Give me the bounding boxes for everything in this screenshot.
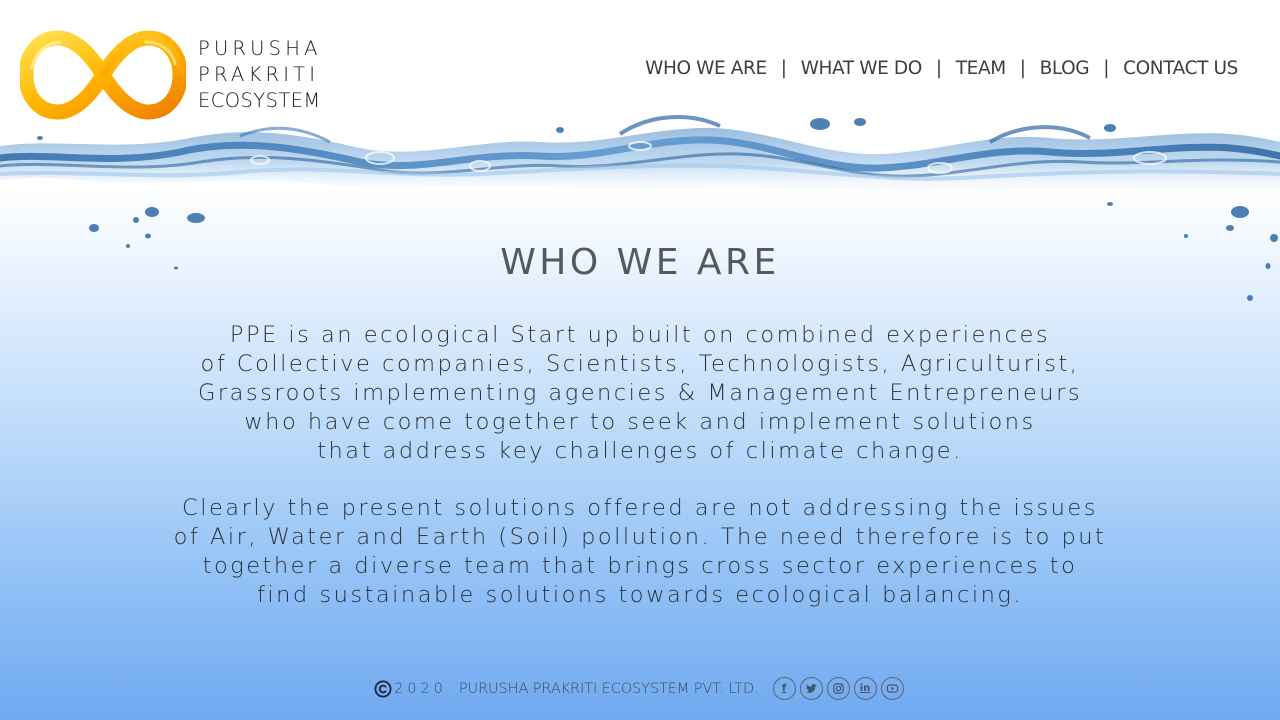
- intro-paragraph: PPE is an ecological Start up built on c…: [0, 321, 1280, 466]
- copyright-company: PURUSHA PRAKRITI ECOSYSTEM PVT. LTD.: [458, 680, 759, 697]
- intro-line: of Collective companies, Scientists, Tec…: [200, 351, 1080, 377]
- nav-separator: |: [935, 58, 942, 79]
- footer: 2020 PURUSHA PRAKRITI ECOSYSTEM PVT. LTD…: [374, 677, 908, 700]
- mission-line: together a diverse team that brings cros…: [202, 553, 1078, 579]
- mission-line: of Air, Water and Earth (Soil) pollution…: [173, 524, 1107, 550]
- nav-separator: |: [780, 58, 787, 79]
- brand-line-1: PURUSHA: [198, 37, 322, 60]
- instagram-icon[interactable]: [826, 677, 850, 700]
- youtube-glyph: [886, 684, 898, 693]
- nav-who-we-are[interactable]: WHO WE ARE: [645, 58, 767, 79]
- social-links: f in: [772, 677, 908, 700]
- nav-separator: |: [1103, 58, 1110, 79]
- nav-separator: |: [1019, 58, 1026, 79]
- nav-team[interactable]: TEAM: [956, 58, 1006, 79]
- mission-paragraph: Clearly the present solutions offered ar…: [0, 494, 1280, 610]
- brand-name: PURUSHA PRAKRITI ECOSYSTEM: [198, 36, 322, 114]
- youtube-icon[interactable]: [880, 677, 904, 700]
- intro-line: PPE is an ecological Start up built on c…: [229, 322, 1051, 348]
- twitter-bird-glyph: [805, 684, 817, 693]
- main-nav: WHO WE ARE | WHAT WE DO | TEAM | BLOG | …: [645, 58, 1238, 79]
- water-splash-image: [0, 115, 1280, 301]
- intro-line: Grassroots implementing agencies & Manag…: [197, 380, 1083, 406]
- nav-blog[interactable]: BLOG: [1040, 58, 1090, 79]
- twitter-icon[interactable]: [799, 677, 823, 700]
- linkedin-icon[interactable]: in: [853, 677, 877, 700]
- intro-line: that address key challenges of climate c…: [317, 438, 963, 464]
- mission-line: find sustainable solutions towards ecolo…: [257, 582, 1023, 608]
- mission-line: Clearly the present solutions offered ar…: [182, 495, 1098, 521]
- intro-line: who have come together to seek and imple…: [244, 409, 1036, 435]
- nav-what-we-do[interactable]: WHAT WE DO: [801, 58, 923, 79]
- brand-line-2: PRAKRITI: [198, 63, 320, 86]
- copyright-icon: [374, 680, 392, 697]
- copyright-year: 2020: [394, 680, 447, 697]
- facebook-icon[interactable]: f: [772, 677, 796, 700]
- nav-contact-us[interactable]: CONTACT US: [1123, 58, 1238, 79]
- instagram-glyph: [832, 683, 844, 694]
- page-title: WHO WE ARE: [500, 242, 780, 283]
